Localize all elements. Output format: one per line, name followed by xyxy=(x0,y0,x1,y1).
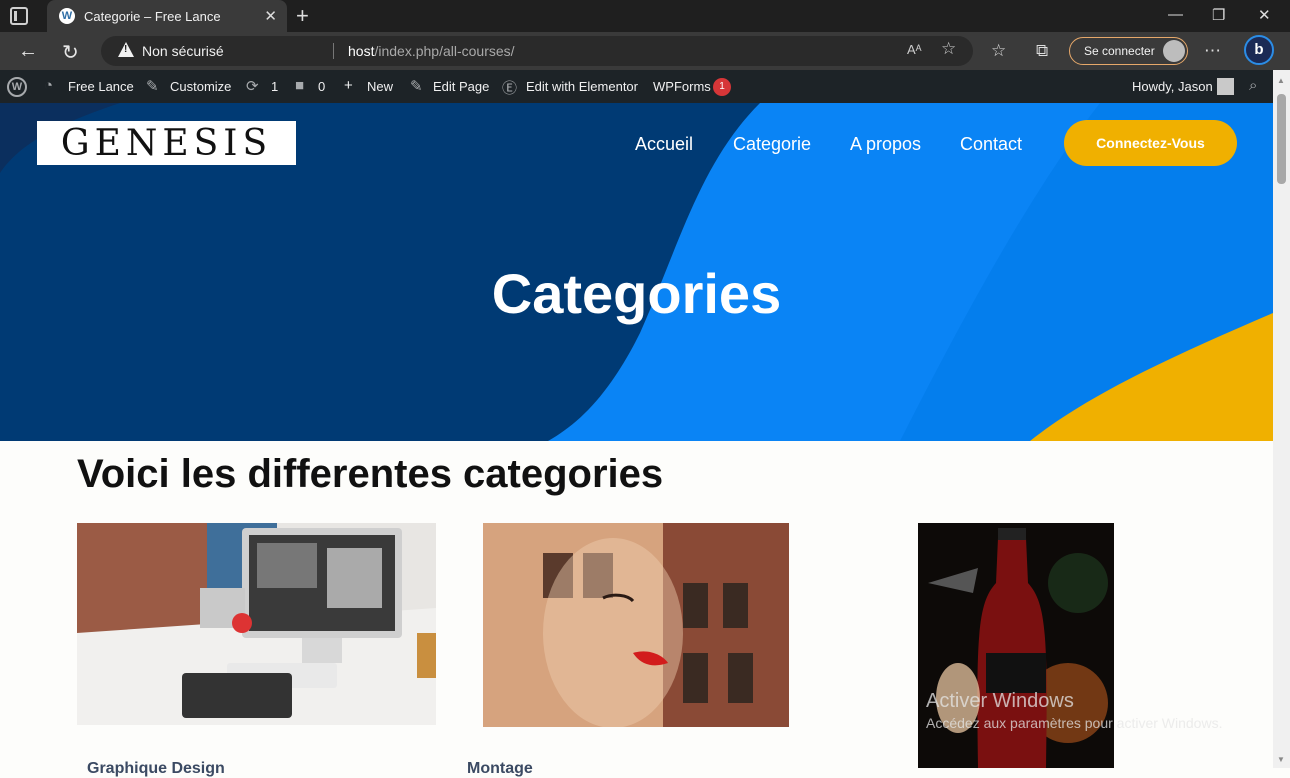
bing-copilot-icon[interactable]: b xyxy=(1244,35,1274,65)
category-label-graphic-design[interactable]: Graphique Design xyxy=(87,760,225,778)
graphic-design-image[interactable] xyxy=(77,523,436,725)
wp-admin-bar: ◔ Free Lance ✎ Customize ⟳ 1 ■ 0 + New ✎… xyxy=(0,70,1273,103)
sign-in-button[interactable]: Se connecter xyxy=(1069,37,1188,65)
wordpress-favicon-icon: W xyxy=(59,8,75,24)
maximize-button[interactable]: ❐ xyxy=(1212,6,1225,24)
admin-edit-elementor[interactable]: Edit with Elementor xyxy=(526,79,638,94)
minimize-button[interactable]: — xyxy=(1168,6,1183,23)
nav-a-propos[interactable]: A propos xyxy=(850,134,921,155)
search-icon[interactable]: ⌕ xyxy=(1249,77,1257,94)
windows-activation-title: Activer Windows xyxy=(926,690,1074,712)
address-bar[interactable]: Non sécurisé host/index.php/all-courses/… xyxy=(101,36,973,66)
tab-title: Categorie – Free Lance xyxy=(84,9,221,24)
admin-comments-count[interactable]: 0 xyxy=(318,79,325,94)
close-window-button[interactable]: ✕ xyxy=(1258,6,1271,24)
warning-icon xyxy=(118,42,134,57)
admin-customize[interactable]: Customize xyxy=(170,79,231,94)
new-tab-button[interactable]: + xyxy=(296,3,309,29)
profile-avatar-icon xyxy=(1163,40,1185,62)
tab-actions-icon[interactable] xyxy=(10,7,28,25)
admin-edit-page[interactable]: Edit Page xyxy=(433,79,489,94)
admin-site-name[interactable]: Free Lance xyxy=(68,79,134,94)
browser-toolbar: ← ↻ Non sécurisé host/index.php/all-cour… xyxy=(0,32,1290,70)
security-status[interactable]: Non sécurisé xyxy=(142,43,224,59)
plus-icon: + xyxy=(344,77,353,94)
scrollbar-thumb[interactable] xyxy=(1277,94,1286,184)
url-text[interactable]: host/index.php/all-courses/ xyxy=(348,43,515,59)
sign-in-label: Se connecter xyxy=(1084,44,1155,58)
updates-icon: ⟳ xyxy=(246,78,259,95)
back-arrow-icon[interactable]: ← xyxy=(18,40,38,63)
address-separator xyxy=(333,43,334,59)
browser-tab-bar: W Categorie – Free Lance ✕ + — ❐ ✕ xyxy=(0,0,1290,32)
windows-activation-text: Accédez aux paramètres pour activer Wind… xyxy=(926,715,1223,731)
user-avatar[interactable] xyxy=(1217,78,1234,95)
add-favorite-icon[interactable]: ☆ xyxy=(941,39,956,59)
admin-howdy[interactable]: Howdy, Jason xyxy=(1132,79,1213,94)
nav-contact[interactable]: Contact xyxy=(960,134,1022,155)
close-tab-icon[interactable]: ✕ xyxy=(264,7,277,25)
nav-accueil[interactable]: Accueil xyxy=(635,134,693,155)
advertising-image[interactable] xyxy=(918,523,1114,768)
hero-section: GENESIS Accueil Categorie A propos Conta… xyxy=(0,103,1273,441)
page-title: Categories xyxy=(491,262,782,325)
site-logo[interactable]: GENESIS xyxy=(37,121,296,165)
customize-brush-icon: ✎ xyxy=(146,78,159,95)
wpforms-notification-badge: 1 xyxy=(713,78,731,96)
collections-icon[interactable]: ⧉ xyxy=(1036,41,1048,61)
wordpress-logo-icon[interactable]: W xyxy=(7,77,27,97)
comments-icon: ■ xyxy=(295,77,305,94)
logo-text: GENESIS xyxy=(60,123,273,164)
elementor-icon: Ⓔ xyxy=(502,80,518,97)
connect-button[interactable]: Connectez-Vous xyxy=(1064,120,1237,166)
more-menu-icon[interactable]: ⋯ xyxy=(1204,41,1221,61)
pencil-icon: ✎ xyxy=(410,78,423,95)
scroll-up-icon[interactable]: ▲ xyxy=(1277,76,1285,85)
admin-new[interactable]: New xyxy=(367,79,393,94)
admin-wpforms[interactable]: WPForms xyxy=(653,79,711,94)
montage-image[interactable] xyxy=(483,523,789,727)
section-title: Voici les differentes categories xyxy=(77,452,664,496)
admin-updates-count[interactable]: 1 xyxy=(271,79,278,94)
refresh-icon[interactable]: ↻ xyxy=(62,40,79,65)
browser-tab[interactable]: W Categorie – Free Lance ✕ xyxy=(47,0,287,32)
favorites-icon[interactable]: ☆ xyxy=(991,41,1006,61)
nav-categorie[interactable]: Categorie xyxy=(733,134,811,155)
read-aloud-icon[interactable]: Aᴬ xyxy=(907,42,922,57)
dashboard-icon: ◔ xyxy=(44,77,54,94)
category-label-montage[interactable]: Montage xyxy=(467,760,533,778)
scroll-down-icon[interactable]: ▼ xyxy=(1277,755,1285,764)
page-scrollbar[interactable]: ▲ ▼ xyxy=(1273,70,1290,768)
